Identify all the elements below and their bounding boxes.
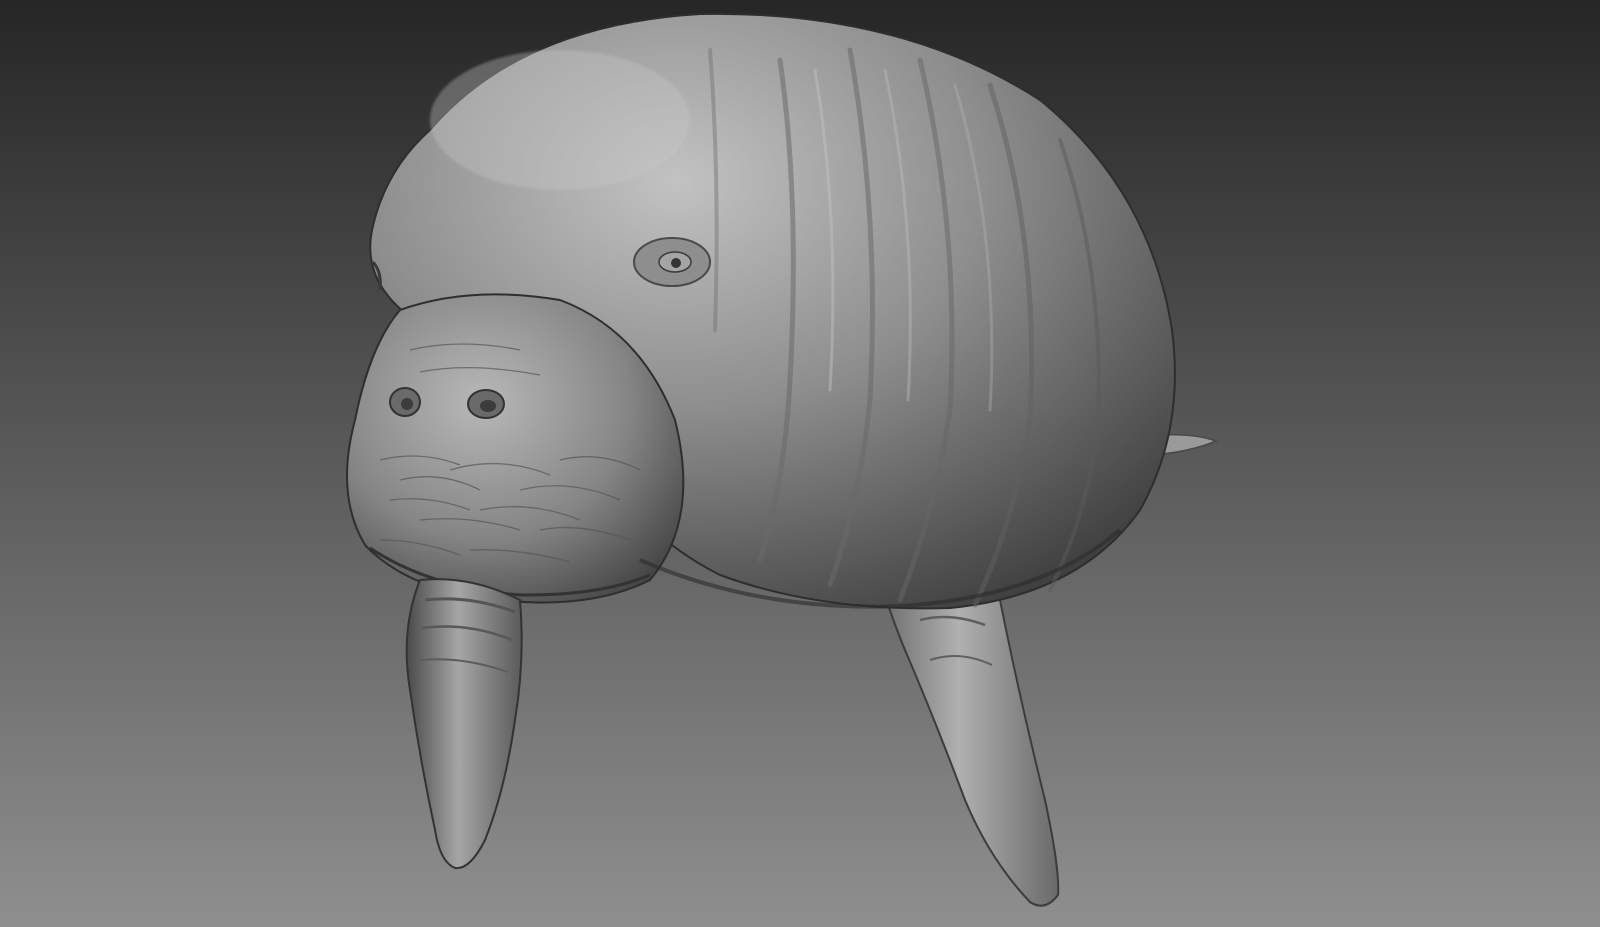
right-eye (633, 237, 711, 287)
sculpt-viewport[interactable] (0, 0, 1600, 927)
head-highlight (430, 50, 690, 190)
sculpt-render (0, 0, 1600, 927)
